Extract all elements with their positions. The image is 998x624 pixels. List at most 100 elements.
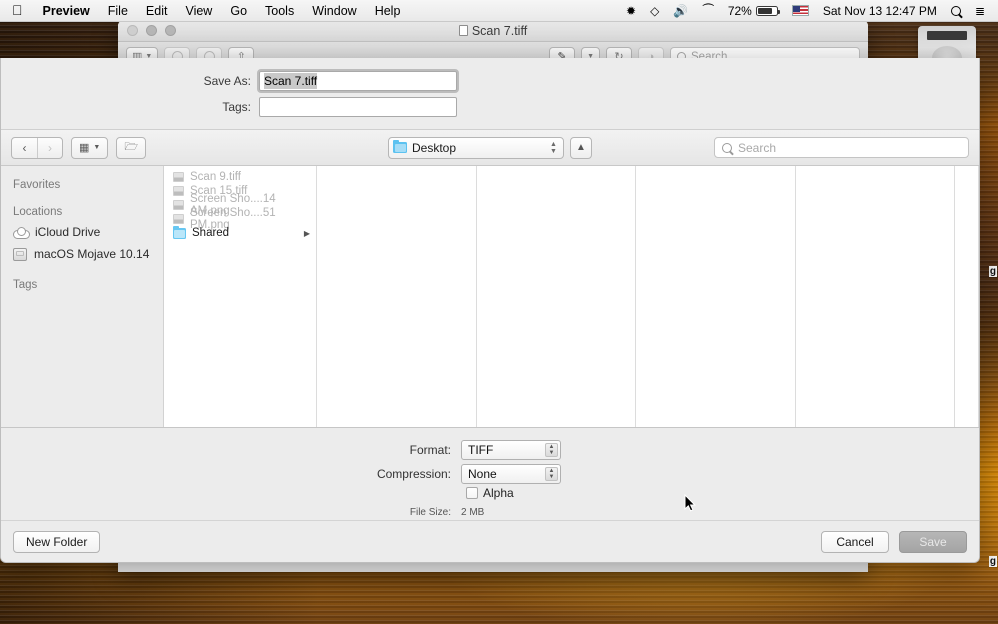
- location-popup-group[interactable]: Desktop ▲ ▼ ▲: [388, 136, 592, 159]
- chevron-up-icon: ▲: [576, 142, 586, 153]
- sidebar-section-favorites: Favorites: [13, 179, 61, 191]
- image-file-icon: [173, 214, 184, 224]
- column-5[interactable]: [795, 166, 955, 427]
- disclosure-arrow-icon: ▶: [303, 228, 310, 238]
- save-dialog-sheet[interactable]: Save As: Scan 7.tiff Tags: ‹ › ▦ ▼ 🗁 Des…: [0, 58, 980, 563]
- preview-title-text: Scan 7.tiff: [471, 23, 528, 38]
- column-4[interactable]: [636, 166, 796, 427]
- menu-item-help[interactable]: Help: [366, 4, 410, 18]
- go-up-button[interactable]: ▲: [570, 136, 592, 159]
- file-size-row: File Size: 2 MB: [1, 507, 979, 518]
- alpha-checkbox-group[interactable]: Alpha: [466, 486, 514, 500]
- compression-value: None: [468, 467, 497, 481]
- format-label: Format:: [409, 443, 451, 457]
- forward-button[interactable]: ›: [37, 137, 62, 158]
- eject-icon[interactable]: ⏜: [695, 3, 721, 18]
- menubar-clock[interactable]: Sat Nov 13 12:47 PM: [816, 4, 944, 18]
- folder-icon: [393, 139, 407, 153]
- save-as-row: Save As: Scan 7.tiff: [184, 68, 796, 93]
- up-down-stepper-icon: ▲ ▼: [550, 140, 557, 155]
- mouse-pointer-icon: [684, 493, 697, 518]
- menu-item-edit[interactable]: Edit: [137, 4, 177, 18]
- menu-item-tools[interactable]: Tools: [256, 4, 303, 18]
- file-name: Shared: [192, 227, 230, 239]
- menu-item-go[interactable]: Go: [221, 4, 256, 18]
- file-browser-toolbar[interactable]: ‹ › ▦ ▼ 🗁 Desktop ▲ ▼ ▲ Search: [1, 130, 979, 166]
- file-size-label: File Size:: [409, 507, 451, 518]
- new-folder-icon: 🗁: [124, 141, 138, 153]
- back-button[interactable]: ‹: [12, 138, 37, 158]
- sidebar[interactable]: Favorites Locations iCloud Drive macOS M…: [1, 166, 164, 427]
- new-folder-toolbar-button[interactable]: 🗁: [116, 136, 146, 159]
- list-item[interactable]: Scan 9.tiff: [164, 170, 316, 184]
- us-flag-icon: [791, 5, 809, 16]
- volume-icon[interactable]: 🔊: [666, 4, 695, 18]
- menu-item-preview[interactable]: Preview: [34, 4, 99, 18]
- new-folder-button[interactable]: New Folder: [13, 530, 101, 553]
- menu-bar[interactable]:  Preview File Edit View Go Tools Window…: [0, 0, 998, 22]
- menu-item-window[interactable]: Window: [303, 4, 365, 18]
- column-browser[interactable]: Scan 9.tiff Scan 15.tiff Screen Sho....1…: [164, 166, 979, 427]
- wifi-icon[interactable]: ◇: [643, 4, 666, 18]
- image-file-icon: [173, 186, 184, 196]
- tags-label: Tags:: [222, 99, 251, 114]
- sheet-action-buttons[interactable]: Cancel Save: [821, 530, 967, 553]
- column-2[interactable]: [317, 166, 477, 427]
- compression-popup-button[interactable]: None ▲ ▼: [461, 464, 561, 484]
- up-down-stepper-icon: ▲ ▼: [545, 467, 558, 481]
- image-file-icon: [173, 172, 184, 182]
- format-row: Format: TIFF ▲ ▼: [1, 440, 979, 460]
- hard-disk-icon: [13, 247, 27, 261]
- menu-item-view[interactable]: View: [176, 4, 221, 18]
- save-name-area: Save As: Scan 7.tiff Tags:: [1, 58, 979, 130]
- preview-titlebar[interactable]: Scan 7.tiff: [118, 20, 868, 42]
- view-options-button[interactable]: ▦ ▼: [71, 136, 109, 159]
- format-options-area[interactable]: Format: TIFF ▲ ▼ Compression: None ▲ ▼ Alp…: [1, 428, 979, 520]
- location-label: Desktop: [412, 140, 457, 155]
- location-popup-button[interactable]: Desktop ▲ ▼: [388, 136, 564, 159]
- file-browser-area[interactable]: Favorites Locations iCloud Drive macOS M…: [1, 166, 979, 428]
- sidebar-section-tags: Tags: [13, 279, 38, 291]
- battery-percent-label: 72%: [727, 3, 752, 18]
- menubar-status-area[interactable]: ✹ ◇ 🔊 ⏜ 72% Sat Nov 13 12:47 PM ≣: [619, 3, 998, 18]
- column-3[interactable]: [476, 166, 636, 427]
- sheet-bottom-bar[interactable]: New Folder Cancel Save: [1, 520, 979, 562]
- alpha-label: Alpha: [483, 486, 514, 500]
- shared-folder-icon: [173, 225, 186, 239]
- back-forward-segment[interactable]: ‹ ›: [11, 136, 63, 159]
- spotlight-search-icon[interactable]: [944, 5, 968, 16]
- file-size-value: 2 MB: [461, 507, 485, 518]
- background-window-text-fragment-2: g: [988, 556, 997, 567]
- compression-row: Compression: None ▲ ▼: [1, 464, 979, 484]
- search-icon: [722, 142, 732, 153]
- scanner-slot: [927, 31, 967, 40]
- input-source-flag[interactable]: [785, 5, 816, 16]
- format-popup-button[interactable]: TIFF ▲ ▼: [461, 440, 561, 460]
- sidebar-item-label: macOS Mojave 10.14: [34, 247, 150, 261]
- tags-input[interactable]: [259, 96, 457, 117]
- cancel-button[interactable]: Cancel: [821, 530, 889, 553]
- save-as-input[interactable]: Scan 7.tiff: [257, 68, 459, 93]
- compression-label: Compression:: [376, 467, 451, 481]
- file-list-column[interactable]: Scan 9.tiff Scan 15.tiff Screen Sho....1…: [164, 166, 321, 427]
- battery-status[interactable]: 72%: [721, 4, 785, 18]
- chevron-down-icon: ▼: [93, 144, 101, 151]
- sidebar-item-macos-mojave[interactable]: macOS Mojave 10.14: [1, 243, 163, 265]
- list-item[interactable]: Screen Sho....51 PM.png: [164, 207, 316, 231]
- alpha-row: Alpha: [1, 486, 979, 500]
- bluetooth-icon[interactable]: ✹: [619, 4, 643, 18]
- battery-icon: [755, 5, 780, 16]
- up-down-stepper-icon: ▲ ▼: [545, 443, 558, 457]
- apple-menu-icon[interactable]: : [0, 3, 34, 17]
- document-icon: [458, 25, 468, 36]
- save-button[interactable]: Save: [899, 530, 967, 553]
- icloud-drive-icon: [13, 226, 30, 239]
- tags-row: Tags:: [184, 96, 796, 117]
- notification-center-icon[interactable]: ≣: [968, 4, 992, 18]
- column-6[interactable]: [955, 166, 979, 427]
- sheet-search-field[interactable]: Search: [714, 137, 969, 158]
- sidebar-item-icloud-drive[interactable]: iCloud Drive: [1, 221, 163, 243]
- image-file-icon: [173, 200, 184, 210]
- alpha-checkbox[interactable]: [466, 487, 478, 499]
- menu-item-file[interactable]: File: [99, 4, 137, 18]
